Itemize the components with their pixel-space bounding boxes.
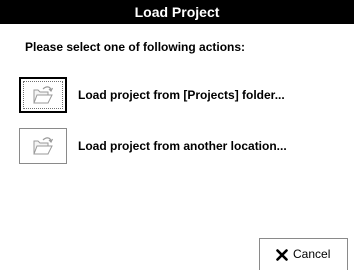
instruction-text: Please select one of following actions: [25, 40, 246, 54]
load-from-another-location-label[interactable]: Load project from another location... [78, 128, 287, 164]
cancel-button[interactable]: Cancel [259, 238, 348, 270]
load-from-projects-folder-button[interactable] [19, 77, 67, 113]
load-from-another-location-button[interactable] [19, 128, 67, 164]
load-from-projects-folder-label[interactable]: Load project from [Projects] folder... [78, 77, 285, 113]
window-title-bar: Load Project [0, 0, 354, 24]
action-row-another-location: Load project from another location... [19, 128, 339, 164]
window-title: Load Project [134, 4, 220, 20]
cancel-label: Cancel [293, 247, 331, 261]
action-row-projects-folder: Load project from [Projects] folder... [19, 77, 339, 113]
